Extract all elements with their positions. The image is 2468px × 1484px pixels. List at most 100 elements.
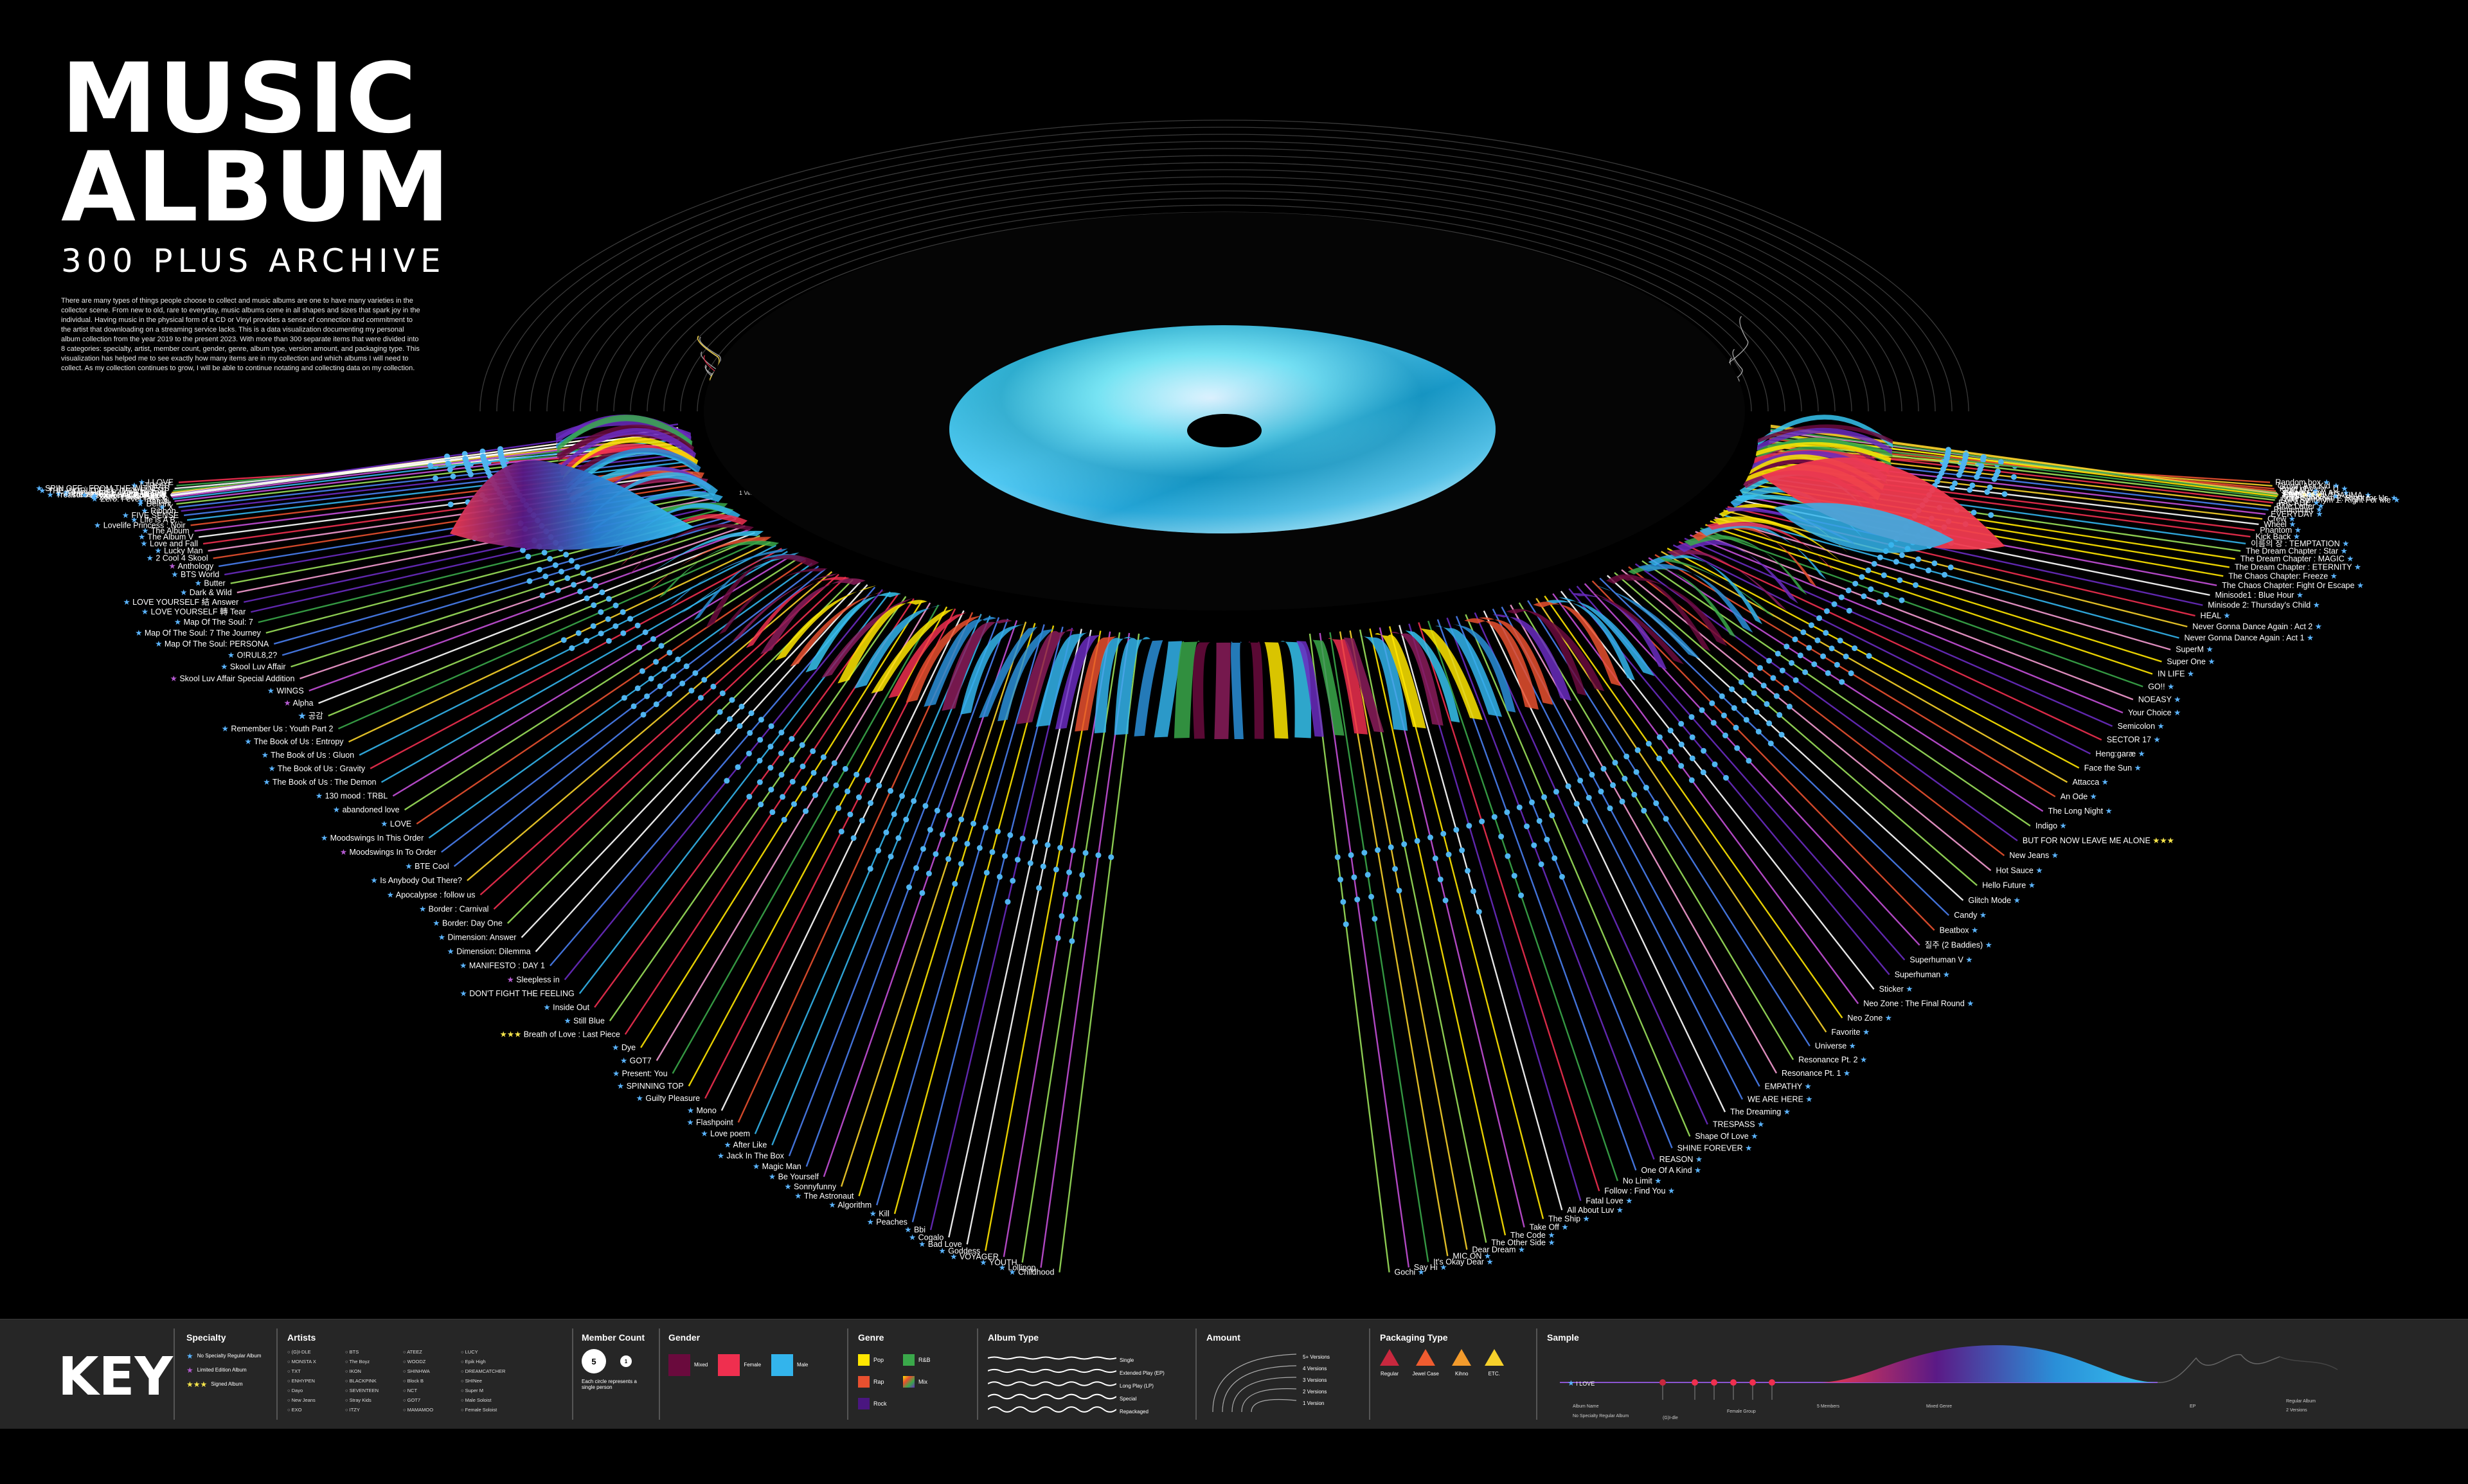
specialty-star-icon: ★ [867, 1218, 877, 1227]
specialty-star-icon: ★ [220, 662, 230, 671]
artist-entry: TXT [287, 1368, 345, 1378]
album-label: An Ode ★ [2061, 792, 2097, 801]
album-label: ★★★ Breath of Love : Last Piece [500, 1030, 620, 1039]
member-dot [1032, 839, 1039, 845]
album-name: Never Gonna Dance Again : Act 1 [2185, 634, 2305, 643]
specialty-star-icon: ★ [174, 618, 184, 627]
album-label: Neo Zone : The Final Round ★ [1863, 999, 1974, 1008]
member-dot [636, 644, 643, 650]
album-label: Superhuman ★ [1895, 970, 1950, 979]
member-dot [1829, 645, 1835, 652]
member-dot [650, 636, 656, 642]
member-note: Each circle represents a single person [582, 1379, 637, 1390]
album-label: SHINE FOREVER ★ [1677, 1143, 1753, 1152]
key-album-type: Album Type Single Extended Play (EP) Lon… [988, 1332, 1187, 1415]
specialty-star-icon: ★ [371, 876, 380, 885]
album-type-wave [988, 1406, 1116, 1413]
album-name: The Dream Chapter : MAGIC [2240, 555, 2345, 564]
sample-label: 5 Members [1817, 1404, 1840, 1409]
stage: 1 Version 2 Versions 3 Versions 4 Versions 5… [0, 0, 2468, 1481]
title-block: MUSIC ALBUM 300 PLUS ARCHIVE There are m… [61, 51, 460, 373]
album-label: ★ Dark & Wild [180, 588, 232, 597]
album-type-waves [988, 1356, 1116, 1413]
member-dot [1734, 745, 1740, 751]
member-dot [1354, 897, 1361, 903]
pack-kihno: Kihno [1452, 1349, 1472, 1377]
member-dot [683, 663, 690, 670]
gender-genre-ribbon [1192, 642, 1212, 739]
member-dot [598, 630, 604, 637]
member-dot [845, 788, 851, 794]
member-dot [1699, 707, 1705, 713]
specialty-star-icon: ★ [950, 1253, 960, 1262]
album-name: The Book of Us : Gravity [278, 764, 366, 773]
gender-row: Female [718, 1354, 761, 1376]
artist-grid: (G)I-DLEMONSTA XTXTENHYPENDayoNew JeansE… [287, 1349, 557, 1417]
album-label: ★ Love poem [701, 1129, 750, 1138]
member-dot [1388, 844, 1394, 850]
member-dot [952, 881, 958, 887]
album-name: SPINNING TOP [627, 1082, 684, 1091]
member-dot [964, 841, 970, 847]
album-name: The Book of Us : The Demon [273, 778, 377, 787]
member-dot [1619, 798, 1625, 805]
member-dot [1766, 657, 1773, 664]
specialty-star-icon: ★ [1882, 1014, 1892, 1023]
member-dot [1538, 861, 1544, 868]
album-name: Resonance Pt. 1 [1782, 1069, 1841, 1078]
member-dot [855, 794, 862, 801]
member-dot [1524, 823, 1530, 830]
member-dot [1731, 705, 1737, 711]
member-dot [1079, 872, 1086, 878]
specialty-heading: Specialty [186, 1332, 226, 1343]
member-dot [1414, 837, 1420, 844]
genre-heading: Genre [858, 1332, 884, 1343]
album-label: Superhuman V ★ [1909, 956, 1972, 965]
member-dot [1055, 934, 1061, 941]
member-dot [1866, 653, 1872, 659]
album-name: 130 mood : TRBL [325, 791, 388, 800]
member-dot [548, 580, 555, 586]
specialty-star-icon: ★ [1623, 1196, 1633, 1205]
member-dot [1559, 873, 1565, 880]
member-dot [1738, 679, 1744, 685]
album-label: One Of A Kind ★ [1641, 1166, 1701, 1175]
amount-4: 4 Versions [1303, 1366, 1327, 1372]
sample-label: Album Name [1573, 1404, 1599, 1409]
artist-entry: Dayo [287, 1388, 345, 1397]
genre-rock: Rock [858, 1393, 903, 1415]
member-dot [552, 562, 559, 568]
member-dot [1600, 765, 1607, 772]
album-name: Fatal Love [1586, 1196, 1623, 1205]
album-name: WE ARE HERE [1748, 1095, 1803, 1104]
specialty-row: ★ Limited Edition Album [186, 1363, 270, 1377]
member-dot [1859, 574, 1865, 580]
member-dot [1442, 897, 1449, 904]
album-label: ★ Skool Luv Affair Special Addition [170, 674, 295, 683]
member-dot [1536, 818, 1542, 824]
jewel-triangle-icon [1416, 1349, 1436, 1366]
artist-entry: (G)I-DLE [287, 1349, 345, 1359]
member-dot [906, 884, 913, 890]
member-dot [791, 801, 797, 807]
member-dot [913, 865, 919, 872]
album-label: ★ After Like [724, 1141, 767, 1150]
member-dot [710, 683, 717, 690]
key-divider [847, 1328, 848, 1420]
album-label: ★ Dimension: Dilemma [447, 947, 531, 956]
album-type-single: Single [1120, 1357, 1134, 1363]
album-name: Border: Day One [442, 919, 503, 928]
member-dot [758, 717, 764, 723]
member-dot [639, 668, 645, 674]
album-type-wave [988, 1356, 1116, 1360]
key-bar: KEY Specialty ★ No Specialty Regular Albu… [0, 1319, 2468, 1429]
rnb-swatch [903, 1354, 915, 1366]
specialty-star-icon: ★ [1860, 1028, 1870, 1037]
album-label: HEAL ★ [2201, 611, 2231, 620]
member-dot [563, 551, 569, 558]
member-dot [1364, 872, 1371, 878]
specialty-star-icon: ★ [180, 588, 190, 597]
sample-label: Mixed Genre [1926, 1404, 1953, 1409]
member-dot [1427, 834, 1433, 841]
member-dot [1465, 868, 1471, 874]
